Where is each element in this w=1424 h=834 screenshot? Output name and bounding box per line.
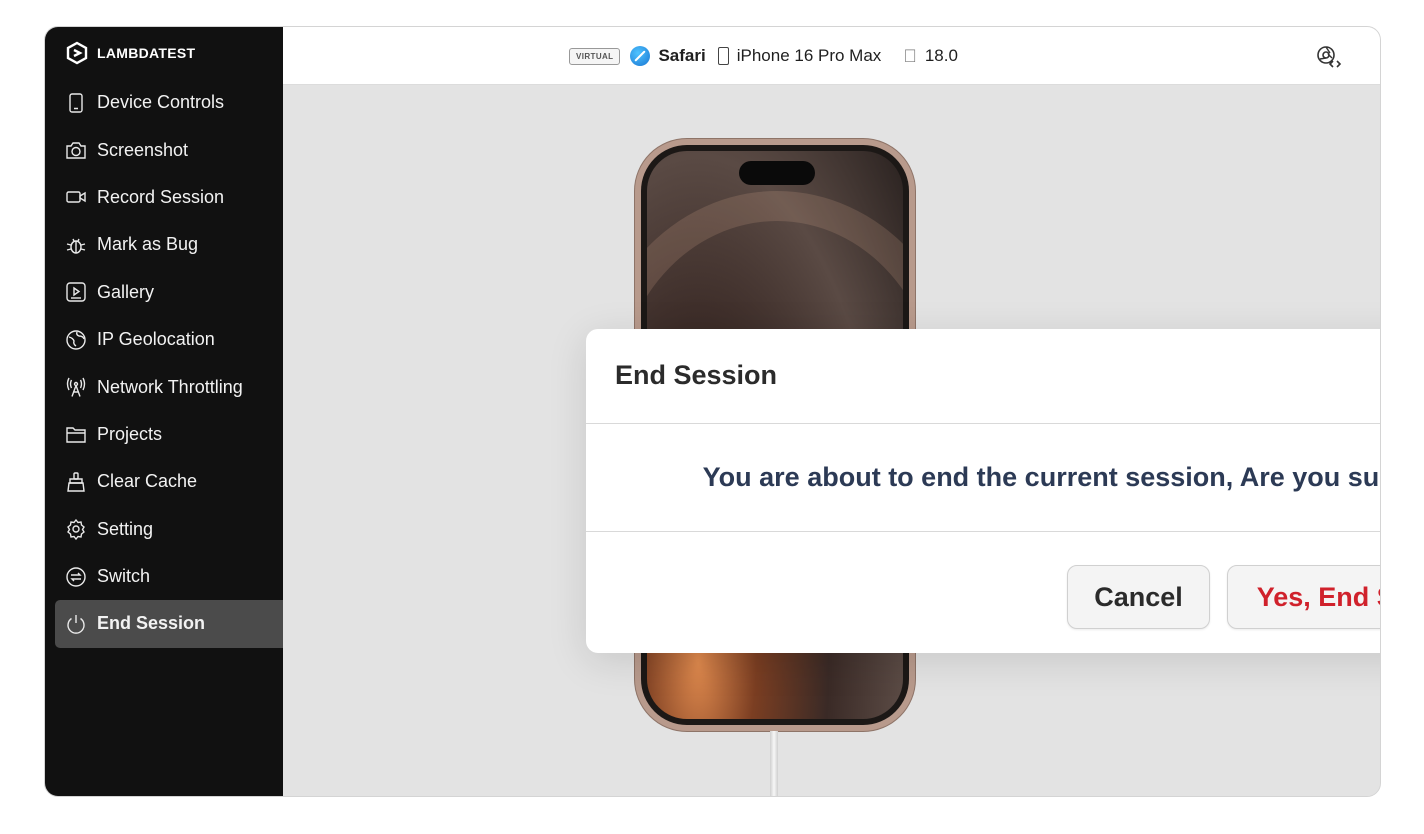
sidebar-item-label: Record Session <box>97 186 225 207</box>
dialog-title: End Session <box>615 360 778 390</box>
switch-icon <box>65 566 87 588</box>
device-name: iPhone 16 Pro Max <box>736 46 882 65</box>
sidebar-item-end-session[interactable]: End Session <box>55 600 283 648</box>
devtools-icon[interactable] <box>1314 43 1342 71</box>
gear-icon <box>65 518 87 541</box>
sidebar-item-gallery[interactable]: Gallery <box>55 269 283 316</box>
sidebar-item-label: Device Controls <box>97 92 225 113</box>
video-icon <box>65 186 87 208</box>
dialog-footer: Cancel Yes, End Session <box>586 532 1380 652</box>
sidebar-item-label: Gallery <box>97 281 155 302</box>
end-session-button[interactable]: Yes, End Session <box>1227 565 1380 629</box>
brand-name: LAMBDATEST <box>97 45 196 61</box>
app-window: LAMBDATEST Device Controls Screenshot Re… <box>44 26 1381 797</box>
dialog-body: You are about to end the current session… <box>586 424 1381 532</box>
virtual-badge: VIRTUAL <box>569 47 621 65</box>
dialog-message: You are about to end the current session… <box>702 462 1381 492</box>
cancel-button[interactable]: Cancel <box>1067 565 1210 629</box>
lambdatest-logo-icon <box>66 41 88 65</box>
sidebar-item-clear-cache[interactable]: Clear Cache <box>55 458 283 505</box>
charging-cable <box>770 731 778 796</box>
os-version: 18.0 <box>911 46 958 65</box>
device-info: VIRTUAL Safari iPhone 16 Pro Max  18.0 <box>569 44 958 68</box>
sidebar-item-projects[interactable]: Projects <box>55 411 283 458</box>
top-bar: VIRTUAL Safari iPhone 16 Pro Max  18.0 <box>283 27 1380 85</box>
sidebar-item-record-session[interactable]: Record Session <box>55 174 283 221</box>
end-session-dialog: End Session You are about to end the cur… <box>586 329 1381 653</box>
device-stage: End Session You are about to end the cur… <box>283 85 1380 796</box>
camera-icon <box>65 139 87 161</box>
globe-icon <box>65 329 87 351</box>
dialog-header: End Session <box>586 329 1380 424</box>
sidebar-item-setting[interactable]: Setting <box>55 506 283 553</box>
apple-icon:  <box>903 46 917 67</box>
sidebar-item-label: Projects <box>97 423 163 444</box>
sidebar-item-ip-geolocation[interactable]: IP Geolocation <box>55 316 283 363</box>
sidebar-item-device-controls[interactable]: Device Controls <box>55 79 283 126</box>
sidebar-menu: Device Controls Screenshot Record Sessio… <box>55 79 283 648</box>
sidebar-item-switch[interactable]: Switch <box>55 553 283 600</box>
safari-icon <box>630 46 651 66</box>
folder-icon <box>65 423 87 445</box>
phone-icon <box>65 92 87 114</box>
sidebar: LAMBDATEST Device Controls Screenshot Re… <box>45 27 283 796</box>
browser-name: Safari <box>658 46 706 65</box>
brand-logo: LAMBDATEST <box>65 41 195 65</box>
sidebar-item-label: Mark as Bug <box>97 234 199 255</box>
sidebar-item-network-throttling[interactable]: Network Throttling <box>55 363 283 410</box>
sidebar-item-label: Network Throttling <box>97 376 243 397</box>
sidebar-item-label: End Session <box>97 613 206 634</box>
brush-icon <box>65 471 87 493</box>
antenna-icon <box>65 376 87 398</box>
bug-icon <box>65 234 87 256</box>
sidebar-item-label: Setting <box>97 518 154 539</box>
sidebar-item-label: Screenshot <box>97 139 189 160</box>
device-icon <box>717 47 729 65</box>
power-icon <box>65 613 87 635</box>
sidebar-item-label: Clear Cache <box>97 471 198 492</box>
sidebar-item-mark-as-bug[interactable]: Mark as Bug <box>55 221 283 268</box>
sidebar-item-label: Switch <box>97 566 151 587</box>
dynamic-island <box>739 161 815 185</box>
sidebar-item-label: IP Geolocation <box>97 329 215 350</box>
sidebar-item-screenshot[interactable]: Screenshot <box>55 126 283 173</box>
gallery-icon <box>65 281 87 303</box>
